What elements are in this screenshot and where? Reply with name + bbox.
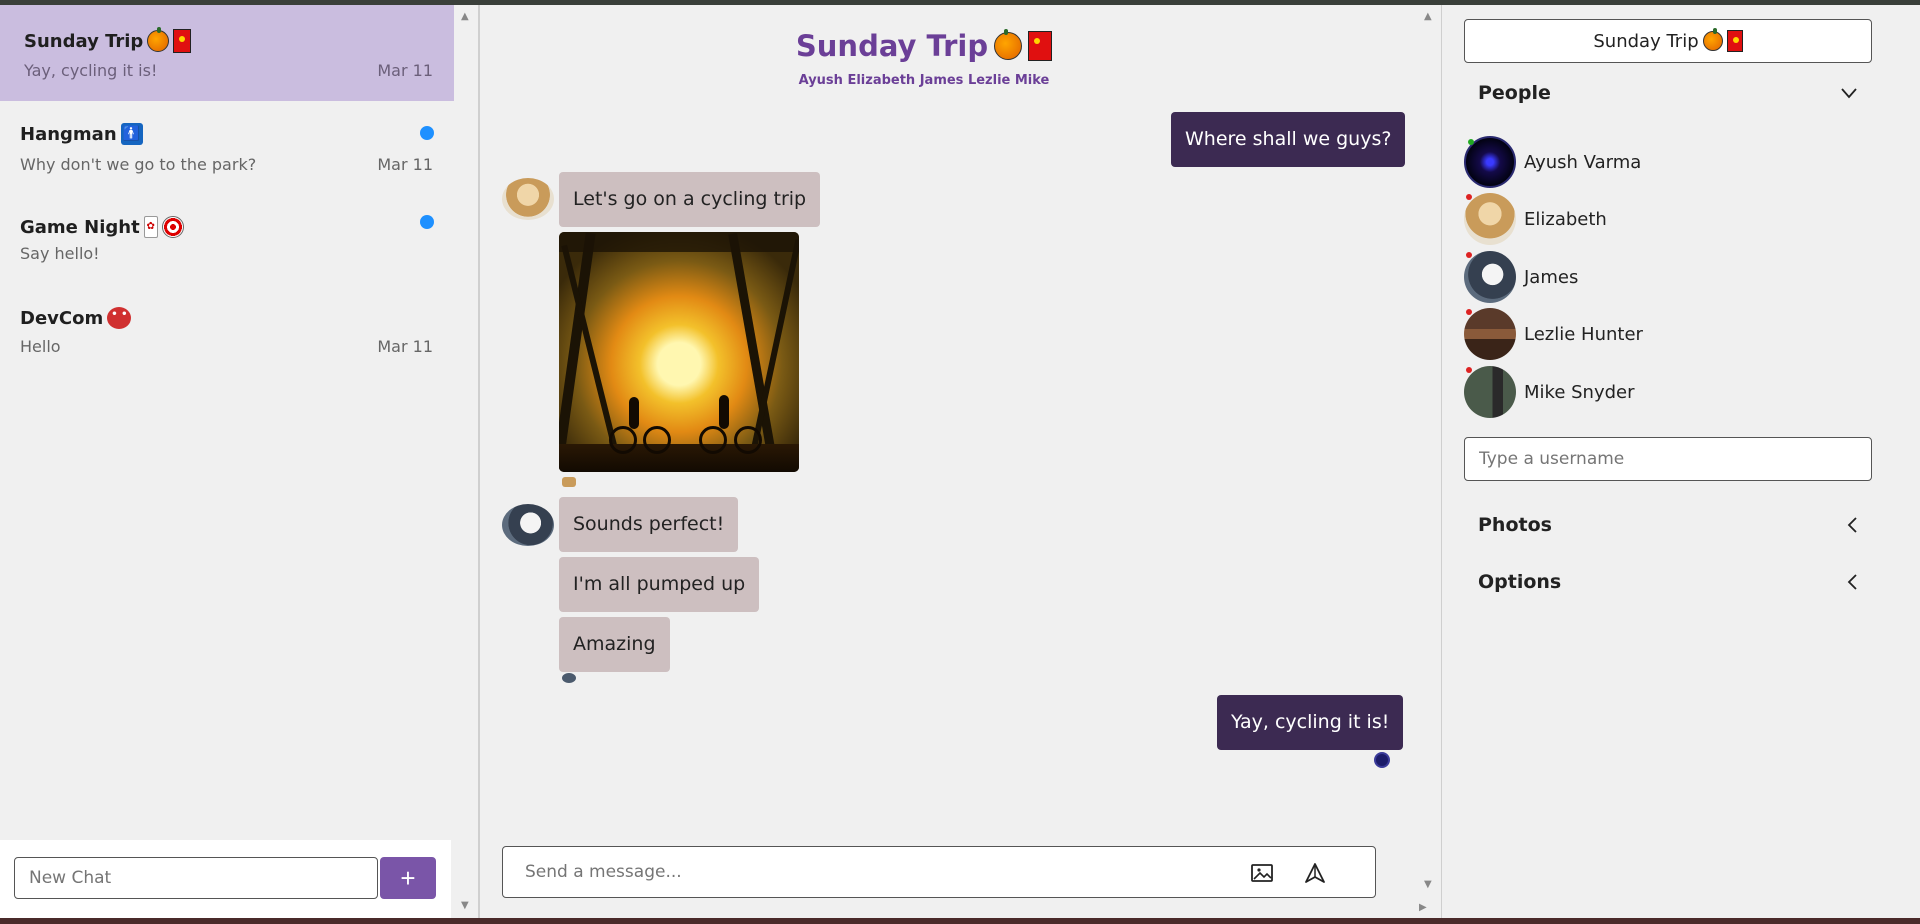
message-bubble: Let's go on a cycling trip <box>559 172 821 227</box>
scroll-up-icon[interactable]: ▲ <box>461 12 469 22</box>
conversation-members: Ayush Elizabeth James Lezlie Mike <box>798 73 1050 88</box>
message-bubble: Amazing <box>559 617 670 672</box>
offline-status-dot <box>1466 252 1472 258</box>
person-row[interactable]: Lezlie Hunter <box>1464 308 1764 360</box>
scroll-right-icon[interactable]: ▶ <box>1419 903 1427 913</box>
chat-list-panel: Sunday Trip Yay, cycling it is! Mar 11 H… <box>0 5 455 918</box>
chat-title-text: DevCom <box>20 307 104 329</box>
image-icon[interactable] <box>1251 864 1273 882</box>
avatar[interactable] <box>502 504 554 546</box>
window-bottom-bar <box>0 918 1920 924</box>
conversation-title: Sunday Trip <box>480 29 1368 63</box>
chat-preview: Say hello! <box>20 244 100 263</box>
person-row[interactable]: Ayush Varma <box>1464 136 1764 188</box>
add-chat-button[interactable]: + <box>380 857 436 899</box>
offline-status-dot <box>1466 309 1472 315</box>
scroll-down-icon[interactable]: ▼ <box>1424 880 1432 890</box>
message-bubble: Yay, cycling it is! <box>1217 695 1404 750</box>
direct-hit-icon <box>161 216 184 238</box>
people-section-label: People <box>1478 82 1551 104</box>
options-section-label: Options <box>1478 571 1562 593</box>
photos-section-label: Photos <box>1478 514 1552 536</box>
read-receipt <box>562 477 576 487</box>
new-chat-input[interactable] <box>14 857 378 899</box>
chat-preview: Why don't we go to the park? <box>20 155 257 174</box>
read-receipt <box>562 673 576 683</box>
scroll-down-icon[interactable]: ▼ <box>461 901 469 911</box>
avatar[interactable] <box>502 178 554 220</box>
conversation-scrollbar[interactable]: ▲ ▼ ▶ <box>1417 5 1441 918</box>
chat-date: Mar 11 <box>377 155 433 174</box>
chat-settings-title-text: Sunday Trip <box>1593 30 1699 52</box>
restroom-icon <box>120 123 143 145</box>
chat-title: Game Night ✿ <box>20 216 184 238</box>
red-envelope-icon <box>173 29 192 53</box>
chat-item-devcom[interactable]: DevCom Hello Mar 11 <box>0 283 454 379</box>
new-chat-area: + <box>0 840 451 918</box>
pumpkin-icon <box>1702 28 1723 51</box>
shared-photo[interactable] <box>559 232 799 472</box>
avatar <box>1464 366 1516 418</box>
chat-list-scrollbar[interactable]: ▲ ▼ <box>455 5 478 918</box>
message-bubble: Sounds perfect! <box>559 497 739 552</box>
chat-title: Hangman <box>20 123 143 145</box>
details-panel: Sunday Trip People Ayush Varma Elizabeth… <box>1442 5 1920 918</box>
person-name: Ayush Varma <box>1524 151 1642 173</box>
person-row[interactable]: James <box>1464 251 1764 303</box>
message-input-box <box>502 846 1376 898</box>
avatar <box>1464 308 1516 360</box>
message-bubble: Where shall we guys? <box>1171 112 1406 167</box>
photos-section-header[interactable]: Photos <box>1464 505 1872 545</box>
avatar <box>1464 136 1516 188</box>
flower-card-icon: ✿ <box>143 216 158 238</box>
red-envelope-icon <box>1726 30 1743 52</box>
chevron-left-icon[interactable] <box>1846 573 1858 591</box>
chat-item-hangman[interactable]: Hangman Why don't we go to the park? Mar… <box>0 101 454 197</box>
avatar <box>1464 251 1516 303</box>
avatar <box>1464 193 1516 245</box>
pumpkin-icon <box>994 29 1023 60</box>
message-input[interactable] <box>525 860 1125 884</box>
read-receipt <box>1374 752 1390 768</box>
chat-title-text: Sunday Trip <box>24 30 144 52</box>
chat-title-text: Hangman <box>20 123 117 145</box>
devil-icon <box>107 307 132 329</box>
person-row[interactable]: Elizabeth <box>1464 193 1764 245</box>
chat-item-game-night[interactable]: Game Night ✿ Say hello! <box>0 192 454 288</box>
person-row[interactable]: Mike Snyder <box>1464 366 1764 418</box>
person-name: James <box>1524 266 1579 288</box>
people-section-header[interactable]: People <box>1464 73 1872 113</box>
chat-preview: Hello <box>20 337 61 356</box>
message-bubble: I'm all pumped up <box>559 557 760 612</box>
chat-date: Mar 11 <box>377 337 433 356</box>
online-status-dot <box>1468 139 1474 145</box>
chevron-down-icon[interactable] <box>1840 87 1858 99</box>
chat-title: Sunday Trip <box>24 27 192 53</box>
person-name: Elizabeth <box>1524 208 1607 230</box>
offline-status-dot <box>1466 367 1472 373</box>
chevron-left-icon[interactable] <box>1846 516 1858 534</box>
chat-date: Mar 11 <box>377 61 433 80</box>
person-name: Lezlie Hunter <box>1524 323 1643 345</box>
conversation-panel: Sunday Trip Ayush Elizabeth James Lezlie… <box>480 5 1441 918</box>
offline-status-dot <box>1466 194 1472 200</box>
chat-item-sunday-trip[interactable]: Sunday Trip Yay, cycling it is! Mar 11 <box>0 5 454 101</box>
chat-preview: Yay, cycling it is! <box>24 61 158 80</box>
options-section-header[interactable]: Options <box>1464 562 1872 602</box>
unread-dot <box>420 126 434 140</box>
chat-title-text: Game Night <box>20 216 140 238</box>
person-name: Mike Snyder <box>1524 381 1635 403</box>
conversation-title-text: Sunday Trip <box>795 29 989 63</box>
red-envelope-icon <box>1028 31 1053 61</box>
pumpkin-icon <box>147 27 170 52</box>
username-input[interactable] <box>1464 437 1872 481</box>
unread-dot <box>420 215 434 229</box>
scroll-up-icon[interactable]: ▲ <box>1424 12 1432 22</box>
chat-title: DevCom <box>20 307 132 329</box>
chat-settings-title[interactable]: Sunday Trip <box>1464 19 1872 63</box>
send-icon[interactable] <box>1304 863 1326 883</box>
